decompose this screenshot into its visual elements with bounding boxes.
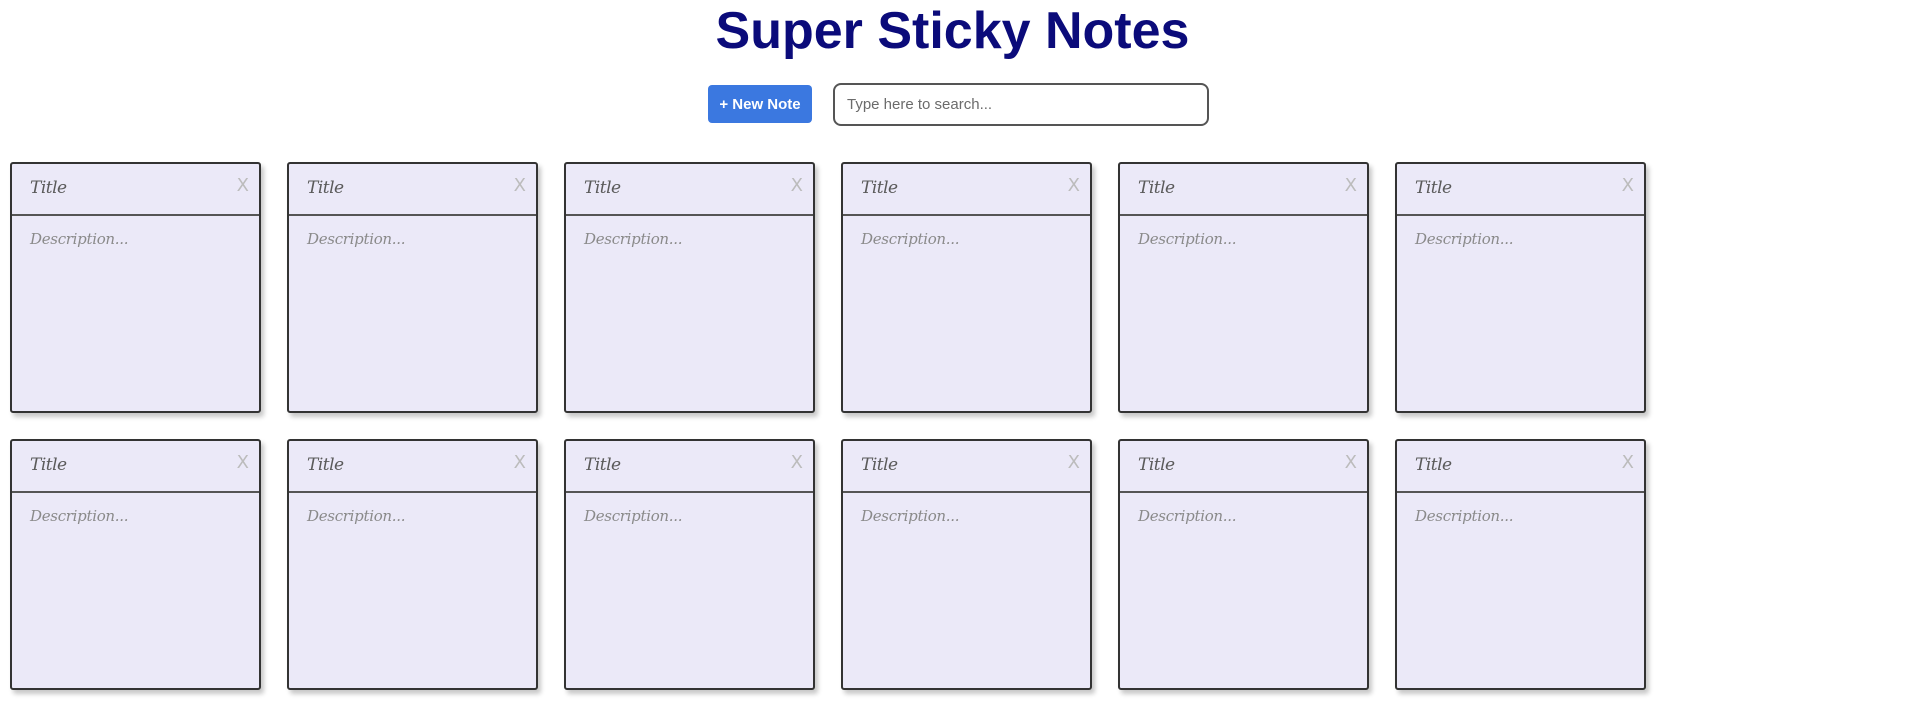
sticky-note[interactable]: Title X Description... (1395, 162, 1646, 413)
note-title[interactable]: Title (1415, 178, 1452, 198)
search-input[interactable] (833, 83, 1209, 126)
note-title[interactable]: Title (1415, 455, 1452, 475)
note-header: Title X (1120, 441, 1367, 493)
close-icon[interactable]: X (791, 453, 803, 473)
note-header: Title X (289, 441, 536, 493)
close-icon[interactable]: X (1345, 176, 1357, 196)
sticky-note[interactable]: Title X Description... (841, 439, 1092, 690)
note-title[interactable]: Title (30, 178, 67, 198)
sticky-note[interactable]: Title X Description... (287, 439, 538, 690)
note-header: Title X (1397, 164, 1644, 216)
note-description[interactable]: Description... (584, 230, 683, 248)
close-icon[interactable]: X (514, 176, 526, 196)
close-icon[interactable]: X (1068, 453, 1080, 473)
note-description[interactable]: Description... (861, 507, 960, 525)
note-description[interactable]: Description... (30, 230, 129, 248)
note-description[interactable]: Description... (1138, 507, 1237, 525)
page-title: Super Sticky Notes (715, 2, 1190, 60)
note-description[interactable]: Description... (307, 230, 406, 248)
note-description[interactable]: Description... (30, 507, 129, 525)
notes-grid: Title X Description... Title X Description...… (10, 162, 1646, 690)
close-icon[interactable]: X (1622, 453, 1634, 473)
note-header: Title X (289, 164, 536, 216)
note-title[interactable]: Title (861, 178, 898, 198)
close-icon[interactable]: X (237, 453, 249, 473)
note-title[interactable]: Title (307, 455, 344, 475)
new-note-button[interactable]: + New Note (708, 85, 812, 123)
note-title[interactable]: Title (584, 178, 621, 198)
sticky-note[interactable]: Title X Description... (287, 162, 538, 413)
note-description[interactable]: Description... (307, 507, 406, 525)
note-header: Title X (1120, 164, 1367, 216)
note-title[interactable]: Title (584, 455, 621, 475)
note-title[interactable]: Title (861, 455, 898, 475)
note-title[interactable]: Title (307, 178, 344, 198)
note-header: Title X (12, 164, 259, 216)
note-header: Title X (843, 441, 1090, 493)
note-title[interactable]: Title (1138, 455, 1175, 475)
close-icon[interactable]: X (514, 453, 526, 473)
close-icon[interactable]: X (1345, 453, 1357, 473)
note-description[interactable]: Description... (584, 507, 683, 525)
sticky-note[interactable]: Title X Description... (10, 162, 261, 413)
sticky-note[interactable]: Title X Description... (564, 162, 815, 413)
note-header: Title X (12, 441, 259, 493)
sticky-note[interactable]: Title X Description... (10, 439, 261, 690)
sticky-note[interactable]: Title X Description... (564, 439, 815, 690)
note-header: Title X (566, 164, 813, 216)
note-description[interactable]: Description... (1138, 230, 1237, 248)
close-icon[interactable]: X (1622, 176, 1634, 196)
note-description[interactable]: Description... (1415, 507, 1514, 525)
note-header: Title X (843, 164, 1090, 216)
close-icon[interactable]: X (237, 176, 249, 196)
note-header: Title X (1397, 441, 1644, 493)
sticky-note[interactable]: Title X Description... (1118, 162, 1369, 413)
note-description[interactable]: Description... (861, 230, 960, 248)
note-description[interactable]: Description... (1415, 230, 1514, 248)
close-icon[interactable]: X (791, 176, 803, 196)
close-icon[interactable]: X (1068, 176, 1080, 196)
sticky-note[interactable]: Title X Description... (841, 162, 1092, 413)
sticky-note[interactable]: Title X Description... (1118, 439, 1369, 690)
note-title[interactable]: Title (30, 455, 67, 475)
note-header: Title X (566, 441, 813, 493)
sticky-note[interactable]: Title X Description... (1395, 439, 1646, 690)
note-title[interactable]: Title (1138, 178, 1175, 198)
